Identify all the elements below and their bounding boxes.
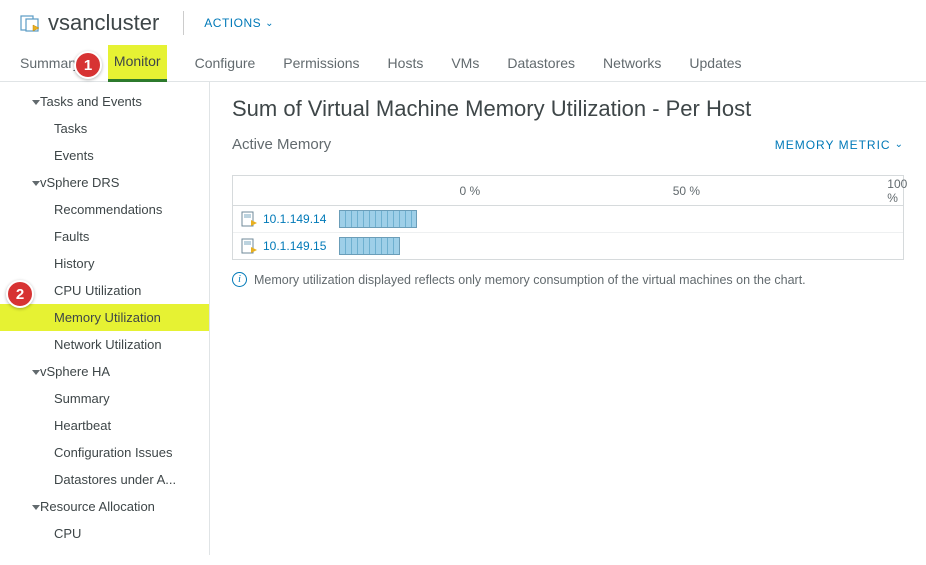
sidebar-group-label: vSphere DRS	[40, 175, 119, 190]
sidebar[interactable]: Tasks and Events Tasks Events vSphere DR…	[0, 82, 210, 555]
bar-track	[339, 210, 895, 228]
host-warning-icon	[241, 211, 257, 227]
callout-1: 1	[74, 51, 102, 79]
host-link-2[interactable]: 10.1.149.15	[263, 239, 339, 253]
sub-row: Active Memory MEMORY METRIC ⌄	[232, 136, 904, 153]
sidebar-group-label: Resource Allocation	[40, 499, 155, 514]
callout-2: 2	[6, 280, 34, 308]
tab-configure[interactable]: Configure	[195, 47, 256, 81]
caret-down-icon	[32, 364, 40, 379]
sidebar-group-resource-alloc[interactable]: Resource Allocation	[0, 493, 209, 520]
main-tabs: Summary Monitor Configure Permissions Ho…	[0, 45, 926, 82]
tab-summary[interactable]: Summary	[20, 47, 80, 81]
chart-row-host-2: 10.1.149.15	[233, 233, 903, 259]
sidebar-item-ha-summary[interactable]: Summary	[0, 385, 209, 412]
tab-datastores[interactable]: Datastores	[507, 47, 575, 81]
memory-metric-dropdown[interactable]: MEMORY METRIC ⌄	[775, 138, 904, 152]
actions-dropdown[interactable]: ACTIONS ⌄	[204, 16, 274, 30]
sub-title: Active Memory	[232, 136, 331, 153]
tab-hosts[interactable]: Hosts	[388, 47, 424, 81]
actions-label: ACTIONS	[204, 16, 261, 30]
chart-scale-header: 0 % 50 % 100 %	[233, 176, 903, 206]
sidebar-group-tasks-events[interactable]: Tasks and Events	[0, 88, 209, 115]
sidebar-group-drs[interactable]: vSphere DRS	[0, 169, 209, 196]
sidebar-item-faults[interactable]: Faults	[0, 223, 209, 250]
tab-monitor[interactable]: Monitor	[108, 45, 167, 82]
scale-tick-100: 100 %	[887, 177, 907, 205]
main-title: Sum of Virtual Machine Memory Utilizatio…	[232, 96, 904, 122]
caret-down-icon	[32, 94, 40, 109]
cluster-title: vsancluster	[48, 10, 159, 36]
tab-networks[interactable]: Networks	[603, 47, 661, 81]
sidebar-group-label: Tasks and Events	[40, 94, 142, 109]
sidebar-item-network-util[interactable]: Network Utilization	[0, 331, 209, 358]
info-note-text: Memory utilization displayed reflects on…	[254, 273, 806, 287]
tab-vms[interactable]: VMs	[451, 47, 479, 81]
sidebar-item-config-issues[interactable]: Configuration Issues	[0, 439, 209, 466]
sidebar-item-memory-util[interactable]: Memory Utilization	[0, 304, 209, 331]
sidebar-item-recommendations[interactable]: Recommendations	[0, 196, 209, 223]
caret-down-icon	[32, 175, 40, 190]
bar-fill-host-1	[339, 210, 417, 228]
scale-tick-50: 50 %	[673, 184, 700, 198]
chevron-down-icon: ⌄	[895, 139, 904, 150]
sidebar-item-events[interactable]: Events	[0, 142, 209, 169]
content-body: Tasks and Events Tasks Events vSphere DR…	[0, 82, 926, 555]
bar-fill-host-2	[339, 237, 400, 255]
sidebar-item-memory[interactable]: Memory	[0, 547, 209, 555]
sidebar-item-history[interactable]: History	[0, 250, 209, 277]
sidebar-group-label: vSphere HA	[40, 364, 110, 379]
bar-track	[339, 237, 895, 255]
header-divider	[183, 11, 184, 35]
sidebar-item-datastores-apd[interactable]: Datastores under A...	[0, 466, 209, 493]
metric-link-label: MEMORY METRIC	[775, 138, 891, 152]
tab-permissions[interactable]: Permissions	[283, 47, 359, 81]
tab-updates[interactable]: Updates	[689, 47, 741, 81]
caret-down-icon	[32, 499, 40, 514]
info-icon: i	[232, 272, 247, 287]
main-panel: Sum of Virtual Machine Memory Utilizatio…	[210, 82, 926, 555]
info-note: i Memory utilization displayed reflects …	[232, 272, 904, 287]
sidebar-item-tasks[interactable]: Tasks	[0, 115, 209, 142]
cluster-icon	[20, 13, 40, 33]
host-warning-icon	[241, 238, 257, 254]
chart-row-host-1: 10.1.149.14	[233, 206, 903, 233]
scale-tick-0: 0 %	[459, 184, 480, 198]
page-header: vsancluster ACTIONS ⌄	[0, 0, 926, 45]
sidebar-group-ha[interactable]: vSphere HA	[0, 358, 209, 385]
sidebar-item-heartbeat[interactable]: Heartbeat	[0, 412, 209, 439]
utilization-chart: 0 % 50 % 100 % 10.1.149.14 10.1.149.15	[232, 175, 904, 260]
sidebar-item-cpu[interactable]: CPU	[0, 520, 209, 547]
chevron-down-icon: ⌄	[265, 18, 274, 29]
host-link-1[interactable]: 10.1.149.14	[263, 212, 339, 226]
